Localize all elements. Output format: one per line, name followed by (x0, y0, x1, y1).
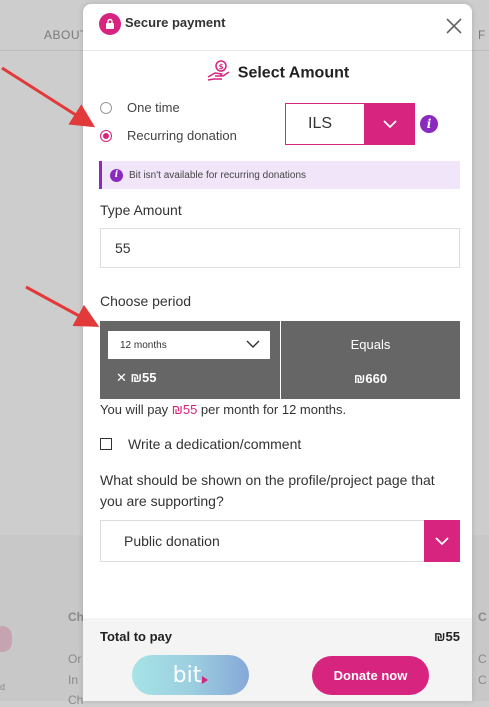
pay-summary: You will pay ₪55 per month for 12 months… (100, 402, 346, 417)
info-icon[interactable]: i (420, 115, 438, 133)
bit-notice: i Bit isn't available for recurring dona… (99, 161, 460, 189)
donation-hand-icon: $ (206, 59, 232, 88)
svg-text:$: $ (218, 63, 223, 71)
equals-value: ₪660 (353, 371, 388, 386)
radio-circle[interactable] (100, 101, 112, 114)
visibility-dropdown-button[interactable] (424, 520, 460, 562)
payment-modal: Secure payment $ Select Amount One time … (83, 4, 472, 701)
visibility-select[interactable]: Public donation (100, 520, 424, 562)
dedication-checkbox-row[interactable]: Write a dedication/comment (100, 436, 301, 452)
background-text: C (478, 673, 487, 687)
info-icon: i (110, 168, 123, 182)
visibility-question: What should be shown on the profile/proj… (100, 472, 435, 509)
amount-label: Type Amount (100, 202, 182, 218)
notice-text: Bit isn't available for recurring donati… (129, 169, 307, 181)
chevron-down-icon (435, 537, 449, 546)
background-text: d (0, 682, 6, 692)
background-text: Ch (68, 693, 84, 707)
period-select-value: 12 months (120, 339, 167, 351)
chevron-down-icon (246, 340, 260, 348)
background-text: C (478, 652, 487, 666)
background-text: Ch (68, 610, 84, 624)
period-label: Choose period (100, 293, 192, 309)
radio-circle[interactable] (100, 129, 112, 142)
bit-triangle-icon (202, 676, 209, 684)
dedication-checkbox[interactable] (100, 438, 112, 450)
total-label: Total to pay (100, 629, 172, 644)
modal-header: Secure payment (83, 4, 472, 51)
radio-recurring-donation[interactable]: Recurring donation (100, 128, 237, 143)
select-amount-title: $ Select Amount (83, 59, 472, 88)
background-text: In (68, 673, 79, 687)
total-value: ₪55 (434, 629, 460, 644)
background-nav-right: F (478, 28, 486, 42)
radio-label: Recurring donation (127, 128, 237, 143)
close-icon[interactable] (443, 15, 465, 37)
background-nav-about: ABOUT (44, 28, 88, 42)
modal-footer: Total to pay ₪55 bit Donate now (83, 618, 472, 701)
period-select[interactable]: 12 months (108, 331, 270, 359)
currency-select[interactable]: ILS (285, 103, 365, 145)
period-panel: 12 months ✕ ₪55 (100, 321, 280, 399)
pay-summary-amount: ₪55 (171, 402, 198, 417)
pay-summary-suffix: per month for 12 months. (197, 402, 347, 417)
equals-panel: Equals ₪660 (281, 321, 460, 399)
bit-button[interactable]: bit (132, 655, 249, 695)
equals-label: Equals (350, 337, 391, 352)
dedication-label: Write a dedication/comment (128, 436, 302, 452)
section-title-text: Select Amount (237, 64, 350, 82)
currency-dropdown-button[interactable] (365, 103, 415, 145)
chevron-down-icon (383, 120, 397, 129)
pay-summary-prefix: You will pay (100, 402, 172, 417)
radio-label: One time (127, 100, 180, 115)
period-multiplier: ✕ ₪55 (116, 370, 157, 385)
background-text: Or (68, 652, 82, 666)
modal-title: Secure payment (125, 15, 226, 30)
background-text: C (478, 610, 487, 624)
lock-icon (99, 13, 121, 35)
bit-logo: bit (172, 662, 202, 688)
donate-now-button[interactable]: Donate now (312, 656, 429, 695)
radio-one-time[interactable]: One time (100, 100, 180, 115)
amount-input[interactable] (100, 228, 460, 268)
